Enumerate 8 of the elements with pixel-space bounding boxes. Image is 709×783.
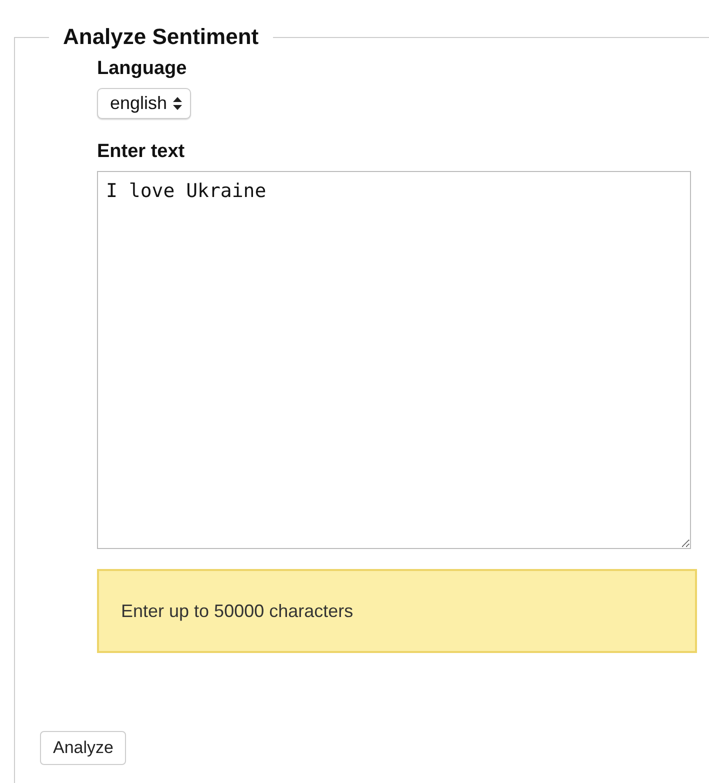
section-title: Analyze Sentiment: [62, 26, 260, 48]
language-select[interactable]: english: [97, 88, 192, 119]
text-input-field[interactable]: I love Ukraine: [97, 171, 691, 549]
language-label: Language: [97, 58, 187, 80]
text-label: Enter text: [97, 141, 185, 163]
analyze-button[interactable]: Analyze: [40, 731, 126, 765]
notice-message: Enter up to 50000 characters: [97, 569, 697, 653]
updown-icon: [173, 97, 182, 110]
